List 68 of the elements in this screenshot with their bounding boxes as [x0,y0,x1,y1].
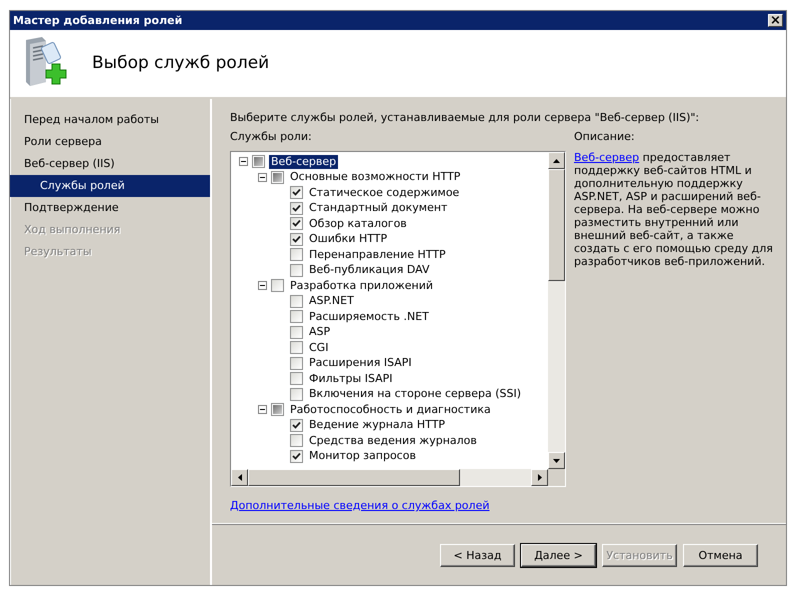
wizard-button[interactable]: Далее > [521,544,596,566]
wizard-button[interactable]: < Назад [440,544,515,566]
close-button[interactable]: × [768,14,783,27]
checkbox[interactable] [290,294,303,308]
tree-item[interactable]: CGI [307,340,330,355]
checkbox[interactable] [290,434,303,448]
checkbox[interactable] [290,217,303,230]
checkbox[interactable] [290,310,303,324]
window-title: Мастер добавления ролей [13,14,182,27]
tree-item[interactable]: Расширяемость .NET [307,310,431,324]
tree-item[interactable]: Стандартный документ [307,201,450,216]
down-arrow-icon[interactable] [553,458,560,462]
tree-item[interactable]: Ведение журнала HTTP [307,418,448,432]
tree-item[interactable]: Обзор каталогов [307,216,409,231]
web-server-link[interactable]: Веб-сервер [574,151,640,164]
checkbox[interactable] [290,450,303,463]
tree-item[interactable]: Веб-сервер [269,154,338,169]
instruction-text: Выберите службы ролей, устанавливаемые для роли сервера "Веб-сервер (IIS)": [230,111,700,124]
collapse-icon[interactable] [239,157,248,166]
tree-item[interactable]: ASP.NET [307,294,356,308]
sidebar-step: Подтверждение [10,197,210,219]
checkbox[interactable] [290,326,303,339]
sidebar-step: Веб-сервер (IIS) [10,153,210,175]
tree-item[interactable]: Средства ведения журналов [307,434,479,448]
up-arrow-icon[interactable] [553,158,560,162]
checkbox[interactable] [290,356,303,370]
checkbox[interactable] [290,248,303,262]
tree-item[interactable]: Перенаправление HTTP [307,248,448,262]
collapse-icon[interactable] [258,281,267,290]
collapse-icon[interactable] [258,172,267,182]
checkbox[interactable] [290,202,303,215]
services-label: Службы роли: [230,130,313,143]
checkbox[interactable] [290,372,303,386]
description-label: Описание: [574,130,636,143]
right-arrow-icon[interactable] [538,474,542,481]
tree-item[interactable]: Включения на стороне сервера (SSI) [307,387,524,402]
sidebar-step: Службы ролей [10,175,210,197]
more-info-link[interactable]: Дополнительные сведения о службах ролей [230,499,490,512]
horizontal-scrollbar[interactable] [231,469,548,486]
scrollbar-corner [548,469,565,486]
tree-item[interactable]: ASP [307,325,332,340]
sidebar-step: Ход выполнения [10,219,210,241]
sidebar-step: Перед началом работы [10,109,210,131]
page-heading: Выбор служб ролей [92,53,270,73]
wizard-button[interactable]: Отмена [683,544,758,566]
checkbox[interactable] [290,264,303,277]
tree-item[interactable]: Ошибки HTTP [307,232,390,246]
tree-item[interactable]: Основные возможности HTTP [288,170,462,184]
tree-item[interactable]: Расширения ISAPI [307,356,414,370]
tree-item[interactable]: Фильтры ISAPI [307,372,395,386]
checkbox[interactable] [271,279,284,292]
role-services-tree[interactable] [230,151,566,487]
left-arrow-icon[interactable] [238,474,242,481]
checkbox[interactable] [290,388,303,401]
sidebar-step: Роли сервера [10,131,210,153]
sidebar-step: Результаты [10,241,210,263]
collapse-icon[interactable] [258,405,267,414]
tree-item[interactable]: Статическое содержимое [307,186,462,200]
checkbox[interactable] [290,418,303,432]
tree-item[interactable]: Монитор запросов [307,449,418,464]
tree-item[interactable]: Разработка приложений [288,278,435,293]
checkbox[interactable] [290,232,303,246]
tree-item[interactable]: Работоспособность и диагностика [288,402,493,417]
vertical-scrollbar[interactable] [548,152,565,469]
description-text: Веб-сервер предоставляет поддержку веб-сайтов HTML и дополнительную поддержку ASP.NET, ASP и расширений веб-сервера. На веб-сервере можно разместить внутренний или внешний веб-сайт, а также создать с его помощью среду для разработчиков веб-приложений. [574,151,774,268]
checkbox[interactable] [290,341,303,354]
checkbox[interactable] [290,186,303,200]
tree-item[interactable]: Веб-публикация DAV [307,263,432,278]
